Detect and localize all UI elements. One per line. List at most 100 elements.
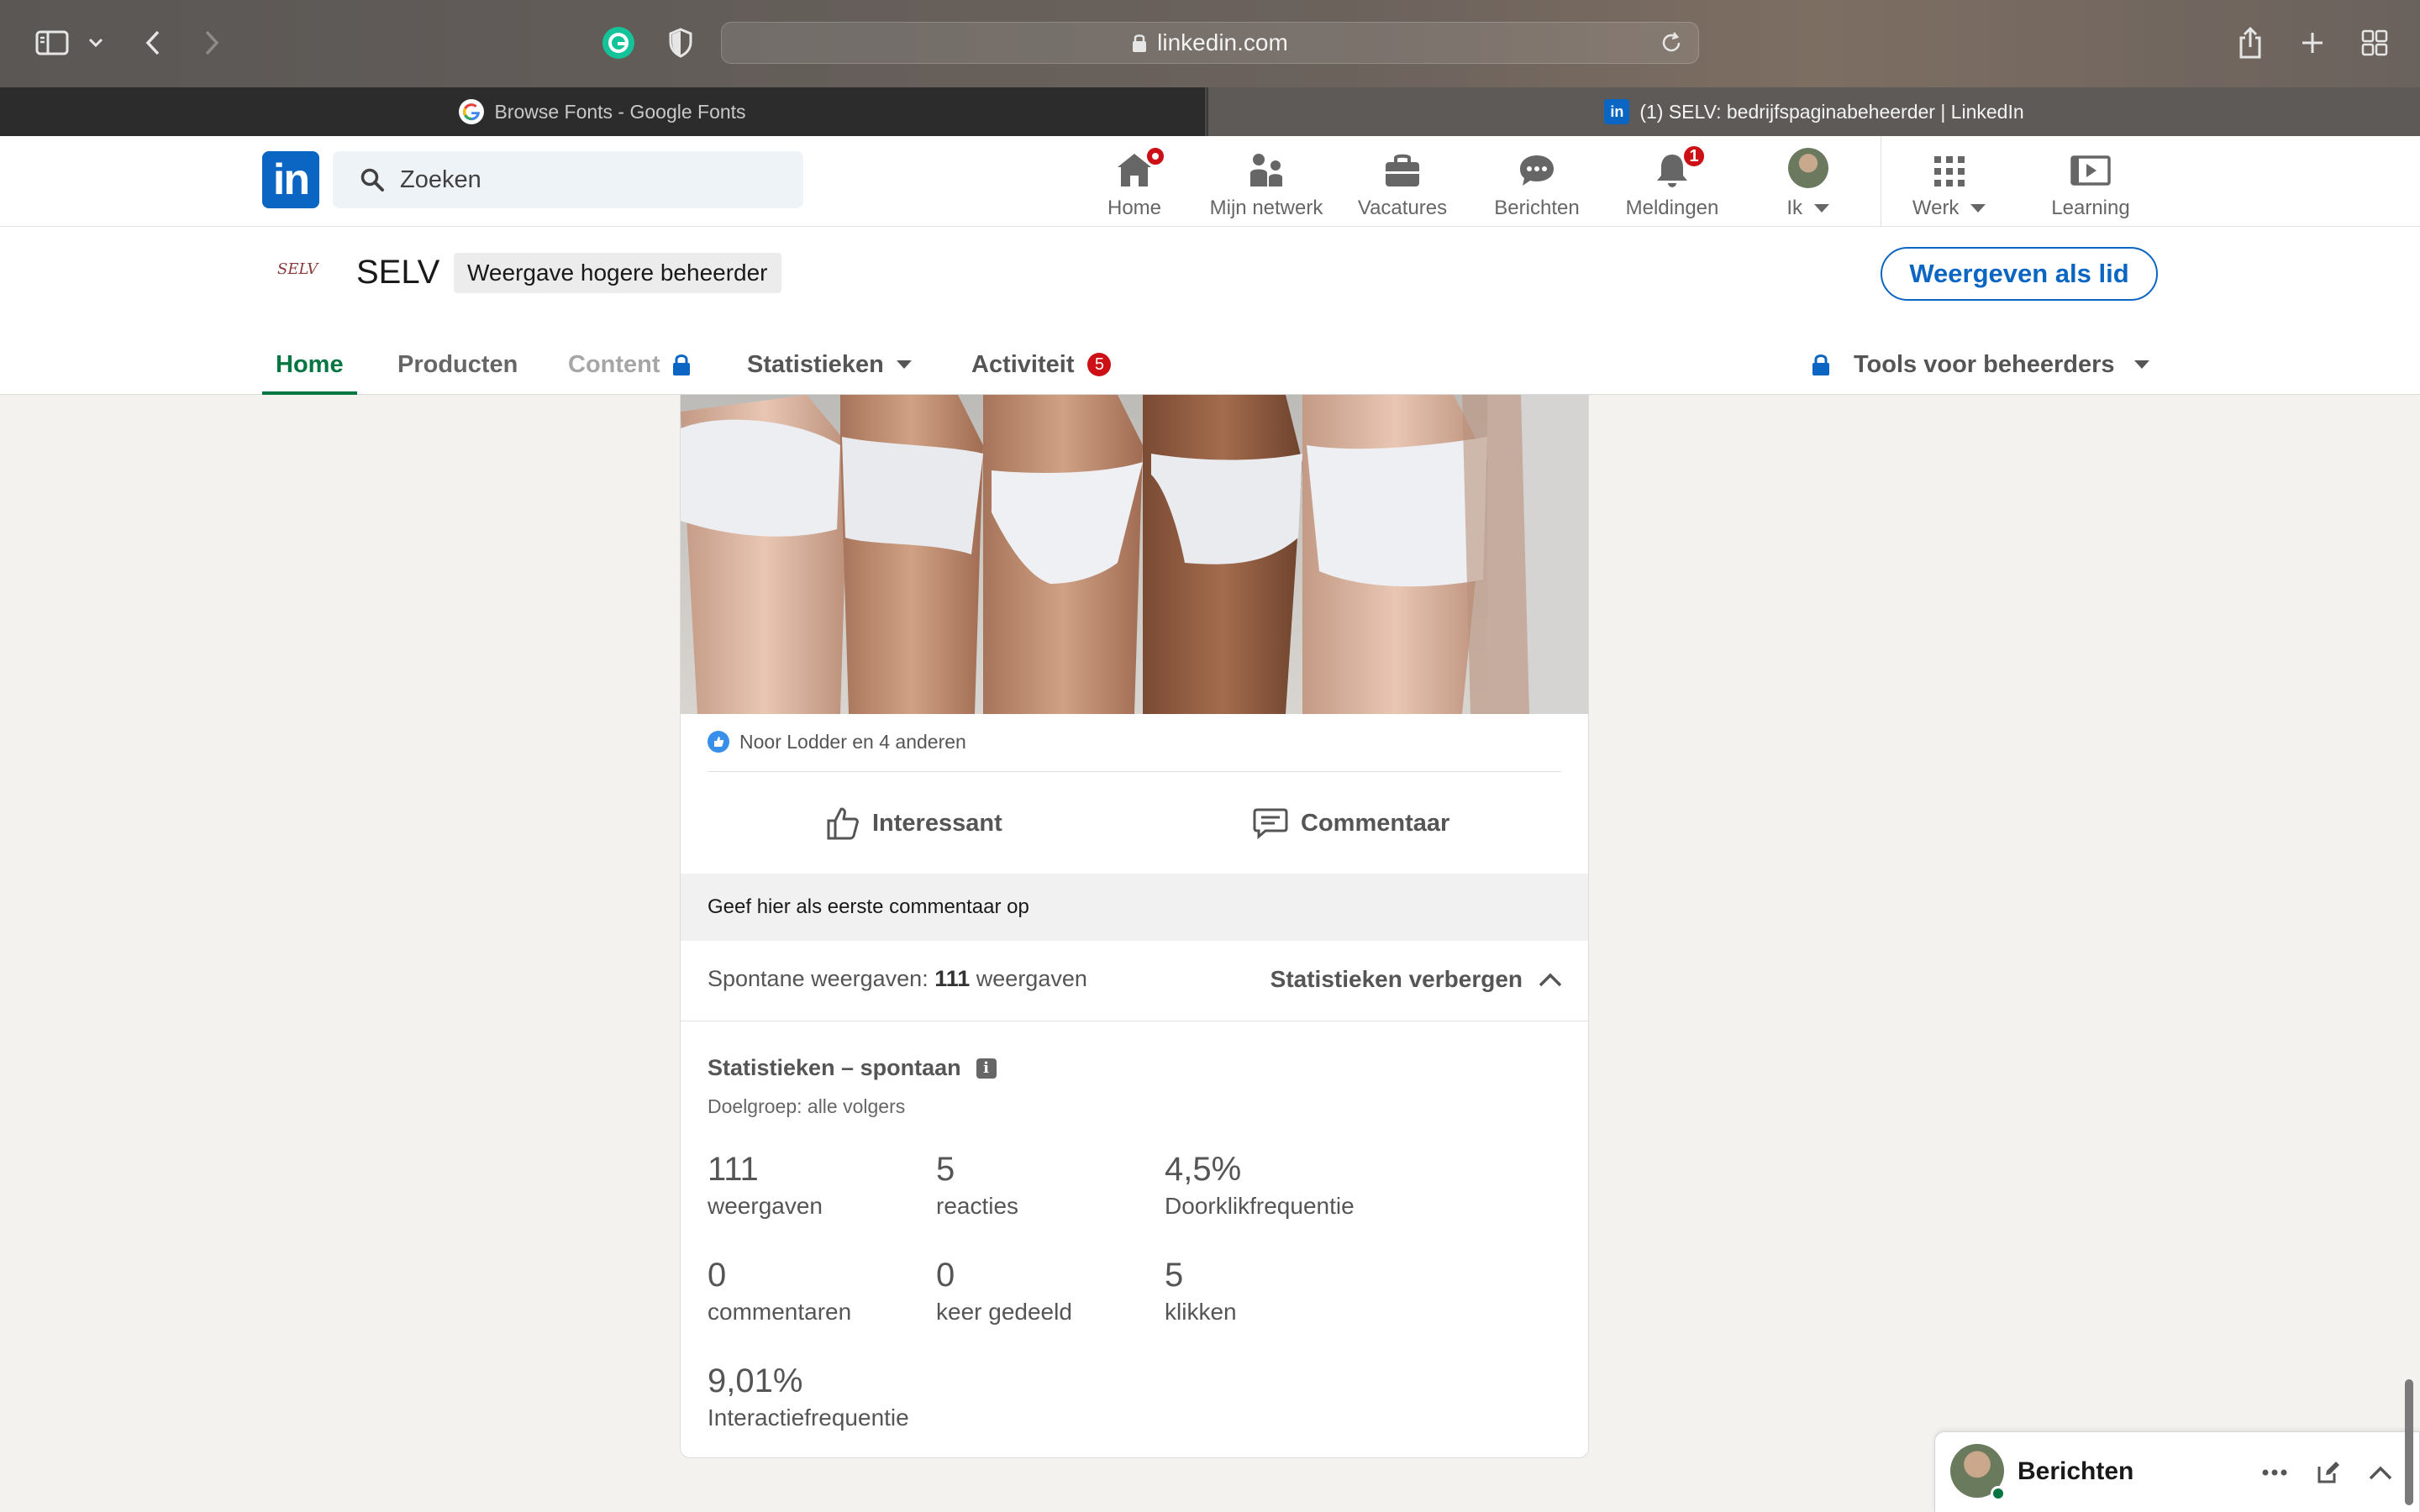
lock-icon <box>1812 354 1829 375</box>
shield-icon[interactable] <box>666 25 696 60</box>
tab-label: Content <box>568 350 660 378</box>
forward-icon[interactable] <box>198 25 225 60</box>
back-icon[interactable] <box>139 25 166 60</box>
caret-down-icon <box>1813 204 1829 213</box>
tab-google-fonts[interactable]: Browse Fonts - Google Fonts <box>0 87 1207 136</box>
sidebar-toggle-icon[interactable] <box>34 25 71 60</box>
online-status-indicator <box>1991 1486 2006 1501</box>
tab-products[interactable]: Producten <box>397 334 518 395</box>
search-input[interactable]: Zoeken <box>333 151 803 208</box>
grammarly-icon[interactable] <box>600 25 637 60</box>
caret-down-icon <box>1970 204 1986 213</box>
scrollbar[interactable] <box>2405 1379 2413 1505</box>
hide-stats-label: Statistieken verbergen <box>1270 966 1523 992</box>
tab-home[interactable]: Home <box>262 334 357 395</box>
chevron-up-icon <box>1538 971 1563 988</box>
stat-reactions: 5 reacties <box>936 1151 1171 1220</box>
nav-home[interactable]: Home <box>1101 146 1168 222</box>
stat-engagement-rate: 9,01% Interactiefrequentie <box>708 1362 943 1431</box>
chevron-up-icon[interactable] <box>2362 1456 2399 1489</box>
stat-label: reacties <box>936 1193 1019 1219</box>
activity-count-badge: 5 <box>1087 353 1112 376</box>
tab-label: Home <box>276 350 344 378</box>
stat-value: 4,5% <box>1165 1151 1242 1188</box>
stat-value: 5 <box>1165 1257 1184 1294</box>
company-logo[interactable]: SELV <box>277 260 319 286</box>
linkedin-global-nav: in Zoeken Home Mijn netwerk Vacatures Be… <box>0 136 2420 227</box>
nav-label: Mijn netwerk <box>1209 197 1323 219</box>
nav-jobs[interactable]: Vacatures <box>1351 146 1454 222</box>
messaging-overlay[interactable]: Berichten <box>1934 1431 2420 1512</box>
tab-title: (1) SELV: bedrijfspaginabeheerder | Link… <box>1639 100 2024 123</box>
notification-dot <box>1145 146 1165 166</box>
like-button[interactable]: Interessant <box>825 798 1002 848</box>
tab-statistics[interactable]: Statistieken <box>747 334 913 395</box>
comment-button[interactable]: Commentaar <box>1252 798 1449 848</box>
share-icon[interactable] <box>2235 25 2265 60</box>
impressions-prefix: Spontane weergaven: <box>708 966 935 991</box>
tab-overview-icon[interactable] <box>2360 25 2390 60</box>
google-icon <box>459 99 485 124</box>
hide-stats-button[interactable]: Statistieken verbergen <box>1270 966 1563 993</box>
comment-prompt[interactable]: Geef hier als eerste commentaar op <box>681 874 1588 941</box>
nav-my-network[interactable]: Mijn netwerk <box>1203 146 1329 222</box>
home-icon <box>1115 146 1165 188</box>
stat-label: weergaven <box>708 1193 823 1219</box>
stat-value: 9,01% <box>708 1362 803 1399</box>
tab-activity[interactable]: Activiteit 5 <box>971 334 1112 395</box>
caret-down-icon <box>896 359 913 370</box>
messaging-title: Berichten <box>2018 1457 2134 1485</box>
briefcase-icon <box>1383 146 1422 188</box>
new-tab-icon[interactable] <box>2297 25 2328 60</box>
stat-label: keer gedeeld <box>936 1299 1072 1325</box>
like-reaction-icon <box>708 731 729 753</box>
grid-icon <box>1933 146 1966 188</box>
linkedin-logo[interactable]: in <box>262 151 319 208</box>
nav-me[interactable]: Ik <box>1773 146 1844 222</box>
nav-learning[interactable]: Learning <box>2040 146 2141 222</box>
nav-me-label-row: Ik <box>1786 197 1829 220</box>
tab-content[interactable]: Content <box>568 334 691 395</box>
stat-value: 111 <box>708 1151 759 1188</box>
address-bar[interactable]: linkedin.com <box>721 22 1699 64</box>
comment-label: Commentaar <box>1301 809 1450 837</box>
stat-value: 0 <box>708 1257 727 1294</box>
bell-icon: 1 <box>1654 144 1706 188</box>
impressions-suffix: weergaven <box>970 966 1087 991</box>
nav-label: Vacatures <box>1357 197 1448 219</box>
learning-icon <box>2070 146 2112 188</box>
nav-label: Werk <box>1912 197 1960 219</box>
stat-impressions: 111 weergaven <box>708 1151 943 1220</box>
nav-label: Home <box>1107 197 1162 219</box>
network-icon <box>1247 146 1286 188</box>
tab-label: Activiteit <box>971 350 1075 378</box>
search-placeholder: Zoeken <box>400 165 481 193</box>
stat-clicks: 5 klikken <box>1165 1257 1400 1326</box>
tab-linkedin[interactable]: in (1) SELV: bedrijfspaginabeheerder | L… <box>1208 87 2420 136</box>
view-as-member-button[interactable]: Weergeven als lid <box>1881 247 2158 301</box>
organic-impressions: Spontane weergaven: 111 weergaven <box>708 966 1087 992</box>
stat-ctr: 4,5% Doorklikfrequentie <box>1165 1151 1400 1220</box>
compose-icon[interactable] <box>2310 1456 2347 1489</box>
thumbs-up-icon <box>825 806 860 841</box>
admin-tools-dropdown[interactable]: Tools voor beheerders <box>1812 334 2150 395</box>
nav-messaging[interactable]: Berichten <box>1487 146 1586 222</box>
reactions-summary[interactable]: Noor Lodder en 4 anderen <box>708 724 966 759</box>
nav-notifications[interactable]: 1 Meldingen <box>1620 144 1724 222</box>
address-text: linkedin.com <box>1157 29 1288 55</box>
tab-strip: Browse Fonts - Google Fonts in (1) SELV:… <box>0 87 2420 136</box>
nav-work[interactable]: Werk <box>1907 146 1991 222</box>
post-image[interactable] <box>681 395 1588 714</box>
info-icon[interactable]: i <box>976 1058 997 1079</box>
stat-shares: 0 keer gedeeld <box>936 1257 1171 1326</box>
reload-icon[interactable] <box>1660 31 1683 60</box>
like-label: Interessant <box>872 809 1002 837</box>
linkedin-favicon-icon: in <box>1604 99 1630 124</box>
more-options-icon[interactable] <box>2256 1456 2293 1489</box>
stat-comments: 0 commentaren <box>708 1257 943 1326</box>
chevron-down-icon[interactable] <box>84 25 108 60</box>
browser-toolbar: linkedin.com <box>0 0 2420 87</box>
messaging-icon <box>1518 146 1556 188</box>
stats-title: Statistieken – spontaan i <box>708 1055 997 1081</box>
company-name[interactable]: SELV <box>356 254 439 291</box>
